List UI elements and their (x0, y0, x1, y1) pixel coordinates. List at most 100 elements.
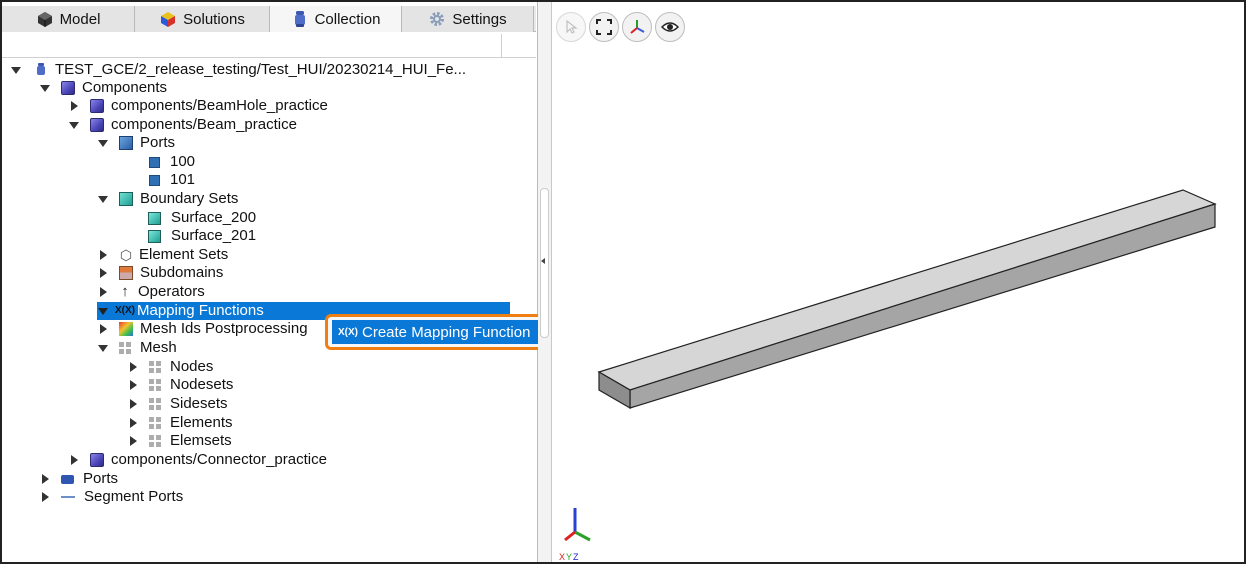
tree-node-element-sets[interactable]: ⬡ Element Sets (97, 246, 228, 264)
tree-node-port-101[interactable]: 101 (149, 171, 195, 189)
tree-node-label: Surface_200 (171, 209, 257, 226)
tab-solutions[interactable]: Solutions (135, 6, 270, 32)
tab-collection[interactable]: Collection (270, 6, 402, 32)
tree-node-beam-practice[interactable]: components/Beam_practice (68, 116, 297, 134)
collapse-arrow-icon[interactable] (68, 101, 80, 111)
fit-view-icon (596, 19, 612, 35)
panel-splitter[interactable] (538, 2, 552, 562)
grid-icon (149, 379, 161, 391)
axes-orient-icon (630, 20, 645, 34)
subdomain-icon (119, 266, 133, 280)
component-cube-icon (90, 453, 104, 467)
collapse-left-icon[interactable] (541, 258, 545, 264)
expand-arrow-icon[interactable] (39, 84, 51, 92)
tree-node-segment-ports[interactable]: Segment Ports (39, 488, 183, 506)
tree-node-label: Operators (138, 283, 205, 300)
collapse-arrow-icon[interactable] (127, 418, 139, 428)
mapping-function-icon: X(X) (115, 305, 135, 316)
tree-node-connector-practice[interactable]: components/Connector_practice (68, 451, 327, 469)
tab-bar: Model Solutions Collection Settings (2, 6, 536, 32)
expand-arrow-icon[interactable] (10, 66, 22, 74)
axis-z-label: Z (573, 552, 580, 562)
ports-icon (61, 474, 74, 484)
axis-x-label: X (559, 552, 567, 562)
axes-triad-icon (564, 508, 591, 542)
tree-node-elemsets[interactable]: Elemsets (127, 432, 232, 450)
collapse-arrow-icon[interactable] (68, 455, 80, 465)
expand-arrow-icon[interactable] (97, 344, 109, 352)
grid-icon (149, 417, 161, 429)
tree-node-operators[interactable]: ↑ Operators (97, 283, 205, 301)
tree-node-surface-201[interactable]: Surface_201 (148, 227, 256, 245)
axis-y-label: Y (566, 552, 574, 562)
collapse-arrow-icon[interactable] (127, 436, 139, 446)
collapse-arrow-icon[interactable] (127, 380, 139, 390)
tree-node-label: Boundary Sets (140, 190, 239, 207)
tree-node-elements[interactable]: Elements (127, 414, 233, 432)
operator-arrow-icon: ↑ (121, 283, 129, 300)
collapse-arrow-icon[interactable] (97, 324, 109, 334)
context-menu: X(X) Create Mapping Function (325, 314, 549, 350)
tree-node-label: Subdomains (140, 264, 224, 281)
axes-orient-button[interactable] (622, 12, 652, 42)
tree-node-surface-200[interactable]: Surface_200 (148, 209, 256, 227)
port-square-icon (149, 174, 160, 186)
tree-node-label: Elemsets (170, 432, 232, 449)
expand-arrow-icon[interactable] (68, 121, 80, 129)
collapse-arrow-icon[interactable] (127, 399, 139, 409)
tree-node-ports[interactable]: Ports (97, 134, 175, 152)
tree-node-label: Nodesets (170, 376, 234, 393)
tree-node-beamhole[interactable]: components/BeamHole_practice (68, 97, 328, 115)
beam-model[interactable] (593, 182, 1233, 422)
tree-node-label: Mesh (140, 339, 177, 356)
collapse-arrow-icon[interactable] (39, 492, 51, 502)
segment-line-icon (61, 496, 75, 498)
tree-node-label: Nodes (170, 358, 214, 375)
tree-node-sidesets[interactable]: Sidesets (127, 395, 228, 413)
tree-node-nodesets[interactable]: Nodesets (127, 376, 233, 394)
fit-view-button[interactable] (589, 12, 619, 42)
visibility-eye-icon (661, 22, 679, 32)
tree-node-subdomains[interactable]: Subdomains (97, 264, 223, 282)
collapse-arrow-icon[interactable] (127, 362, 139, 372)
tab-model-label: Model (59, 10, 101, 28)
grid-icon (149, 361, 161, 373)
create-mapping-function-menu-item[interactable]: X(X) Create Mapping Function (332, 320, 542, 344)
tree-node-label: 100 (170, 153, 196, 170)
tree-node-mesh[interactable]: Mesh (97, 339, 177, 357)
app-window: Model Solutions Collection Settings TEST… (0, 0, 1246, 564)
collapse-arrow-icon[interactable] (97, 287, 109, 297)
tab-model[interactable]: Model (2, 6, 135, 32)
tree-node-components[interactable]: Components (39, 79, 167, 97)
boundary-cube-icon (119, 192, 133, 206)
tree-node-label: Components (82, 79, 168, 96)
collapse-arrow-icon[interactable] (97, 268, 109, 278)
mapping-function-icon: X(X) (338, 326, 358, 338)
tree-node-mesh-ids-postprocessing[interactable]: Mesh Ids Postprocessing (97, 320, 308, 338)
tree-node-label: Ports (83, 470, 119, 487)
ports-cube-icon (119, 136, 133, 150)
tree-node-label: components/Connector_practice (111, 451, 327, 468)
collapse-arrow-icon[interactable] (97, 250, 109, 260)
expand-arrow-icon[interactable] (97, 307, 109, 315)
tree-node-port-100[interactable]: 100 (149, 153, 195, 171)
tab-settings[interactable]: Settings (402, 6, 534, 32)
expand-arrow-icon[interactable] (97, 139, 109, 147)
tree-node-nodes[interactable]: Nodes (127, 358, 213, 376)
visibility-button[interactable] (655, 12, 685, 42)
tree-node-boundary-sets[interactable]: Boundary Sets (97, 190, 238, 208)
3d-viewport[interactable]: XYZ (553, 2, 1244, 562)
tree-node-root[interactable]: TEST_GCE/2_release_testing/Test_HUI/2023… (10, 61, 466, 79)
collection-tree: TEST_GCE/2_release_testing/Test_HUI/2023… (2, 59, 536, 562)
tab-settings-label: Settings (452, 10, 507, 28)
expand-arrow-icon[interactable] (97, 195, 109, 203)
tree-node-label: Mesh Ids Postprocessing (140, 320, 308, 337)
component-cube-icon (90, 99, 104, 113)
collection-bottle-icon (294, 11, 305, 27)
component-cube-icon (90, 118, 104, 132)
port-square-icon (149, 156, 160, 168)
collapse-arrow-icon[interactable] (39, 474, 51, 484)
select-pointer-button[interactable] (556, 12, 586, 42)
tree-node-label: components/BeamHole_practice (111, 97, 328, 114)
tree-node-root-ports[interactable]: Ports (39, 470, 118, 488)
